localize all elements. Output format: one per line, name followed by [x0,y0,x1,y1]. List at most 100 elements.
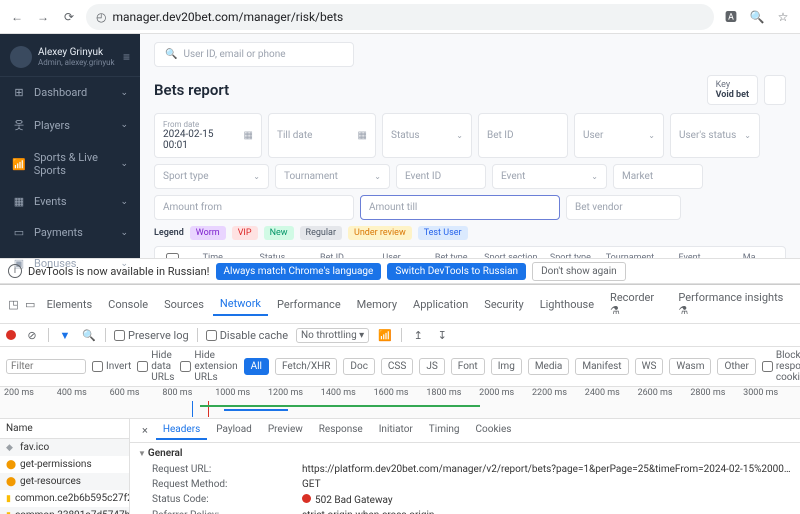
bet-vendor-filter[interactable]: Bet vendor [566,195,681,220]
blocked-cookies-checkbox[interactable]: Blocked response cookies [762,350,800,383]
request-row[interactable]: ⬤get-permissions [0,456,129,473]
user-status-filter[interactable]: User's status⌄ [670,113,760,158]
tab-lighthouse[interactable]: Lighthouse [533,294,601,315]
bookmark-icon[interactable]: ☆ [774,8,792,26]
tab-network[interactable]: Network [213,293,268,316]
market-filter[interactable]: Market [613,164,703,189]
amount-from-filter[interactable]: Amount from [154,195,354,220]
zoom-icon[interactable]: 🔍 [748,8,766,26]
switch-language-button[interactable]: Switch DevTools to Russian [387,263,526,280]
sidebar-item-players[interactable]: 웃Players⌄ [0,108,140,142]
dont-show-button[interactable]: Don't show again [532,262,626,281]
detail-tab-response[interactable]: Response [312,421,370,440]
column-header[interactable]: Ma [721,253,777,258]
tab-console[interactable]: Console [101,294,155,315]
request-row[interactable]: ▮common.33891a7d5747b64… [0,507,129,514]
sidebar-item-events[interactable]: ▦Events⌄ [0,186,140,217]
column-header[interactable]: Time [185,253,241,258]
user-filter[interactable]: User⌄ [574,113,664,158]
event-id-filter[interactable]: Event ID [396,164,486,189]
filter-input[interactable] [6,359,86,374]
hide-ext-checkbox[interactable]: Hide extension URLs [180,350,237,383]
inspect-icon[interactable]: ◳ [6,296,21,312]
user-profile[interactable]: Alexey Grinyuk Admin, alexey.grinyuk ≡ [0,38,140,77]
request-row[interactable]: ▮common.ce2b6b595c27f234… [0,490,129,507]
record-button[interactable] [6,330,16,340]
column-header[interactable]: Bet ID [304,253,360,258]
column-header[interactable]: Event [662,253,718,258]
upload-icon[interactable]: ↥ [410,327,426,343]
detail-tab-cookies[interactable]: Cookies [469,421,519,440]
request-row[interactable]: ⬤get-resources [0,473,129,490]
tab-memory[interactable]: Memory [350,294,404,315]
close-detail-button[interactable]: × [136,421,154,440]
tab-sources[interactable]: Sources [157,294,211,315]
detail-tab-headers[interactable]: Headers [156,421,207,440]
sidebar-item-payments[interactable]: ▭Payments⌄ [0,217,140,248]
sport-type-filter[interactable]: Sport type⌄ [154,164,269,189]
wifi-icon[interactable]: 📶 [377,327,393,343]
disable-cache-checkbox[interactable]: Disable cache [206,329,288,342]
list-header[interactable]: Name [0,419,129,439]
column-header[interactable]: Status [245,253,301,258]
key-selector[interactable]: Key Void bet [707,75,758,105]
sidebar-item-dashboard[interactable]: ⊞Dashboard⌄ [0,77,140,108]
hide-data-checkbox[interactable]: Hide data URLs [137,350,174,383]
column-header[interactable]: Sport section [483,253,539,258]
sidebar-item-sports[interactable]: 📶Sports & Live Sports⌄ [0,142,140,186]
action-button[interactable] [764,75,786,105]
filter-icon[interactable]: ▼ [57,327,73,343]
type-fetch[interactable]: Fetch/XHR [275,358,337,375]
column-header[interactable]: Tournament [602,253,658,258]
type-js[interactable]: JS [419,358,444,375]
detail-tab-payload[interactable]: Payload [209,421,259,440]
download-icon[interactable]: ↧ [434,327,450,343]
tab-perf-insights[interactable]: Performance insights ⚗ [671,287,794,321]
general-section[interactable]: General [138,445,792,462]
type-wasm[interactable]: Wasm [669,358,711,375]
column-header[interactable]: Sport type [543,253,599,258]
column-header[interactable]: User [364,253,420,258]
throttling-select[interactable]: No throttling ▾ [296,328,369,343]
translate-icon[interactable]: 🅰 [722,8,740,26]
type-css[interactable]: CSS [381,358,413,375]
device-icon[interactable]: ▭ [23,296,38,312]
event-filter[interactable]: Event⌄ [492,164,607,189]
till-date-filter[interactable]: Till date▦ [268,113,376,158]
match-language-button[interactable]: Always match Chrome's language [216,263,382,280]
clear-button[interactable]: ⊘ [24,327,40,343]
forward-button[interactable]: → [34,8,52,26]
search-input[interactable]: 🔍 User ID, email or phone [154,42,354,67]
invert-checkbox[interactable]: Invert [92,361,131,372]
type-font[interactable]: Font [451,358,485,375]
bet-id-filter[interactable]: Bet ID [478,113,568,158]
search-icon[interactable]: 🔍 [81,327,97,343]
tab-performance[interactable]: Performance [270,294,348,315]
preserve-log-checkbox[interactable]: Preserve log [114,329,189,342]
select-all-checkbox[interactable] [166,253,179,258]
detail-tab-preview[interactable]: Preview [261,421,310,440]
amount-till-filter[interactable]: Amount till [360,195,560,220]
type-doc[interactable]: Doc [343,358,375,375]
detail-tab-timing[interactable]: Timing [422,421,467,440]
tab-security[interactable]: Security [477,294,530,315]
request-row[interactable]: ◆fav.ico [0,439,129,456]
menu-icon[interactable]: ≡ [123,50,130,64]
column-header[interactable]: Bet type [423,253,479,258]
tab-elements[interactable]: Elements [40,294,100,315]
type-media[interactable]: Media [528,358,570,375]
tournament-filter[interactable]: Tournament⌄ [275,164,390,189]
type-ws[interactable]: WS [635,358,664,375]
type-all[interactable]: All [244,358,269,375]
type-other[interactable]: Other [717,358,755,375]
reload-button[interactable]: ⟳ [60,8,78,26]
type-img[interactable]: Img [491,358,522,375]
back-button[interactable]: ← [8,8,26,26]
detail-tab-initiator[interactable]: Initiator [372,421,420,440]
type-manifest[interactable]: Manifest [575,358,628,375]
tab-recorder[interactable]: Recorder ⚗ [603,287,669,321]
network-timeline[interactable]: 200 ms400 ms600 ms800 ms1000 ms1200 ms14… [0,387,800,419]
address-bar[interactable]: ◴ manager.dev20bet.com/manager/risk/bets [86,4,714,30]
from-date-filter[interactable]: From date 2024-02-15 00:01 ▦ [154,113,262,158]
tab-application[interactable]: Application [406,294,475,315]
